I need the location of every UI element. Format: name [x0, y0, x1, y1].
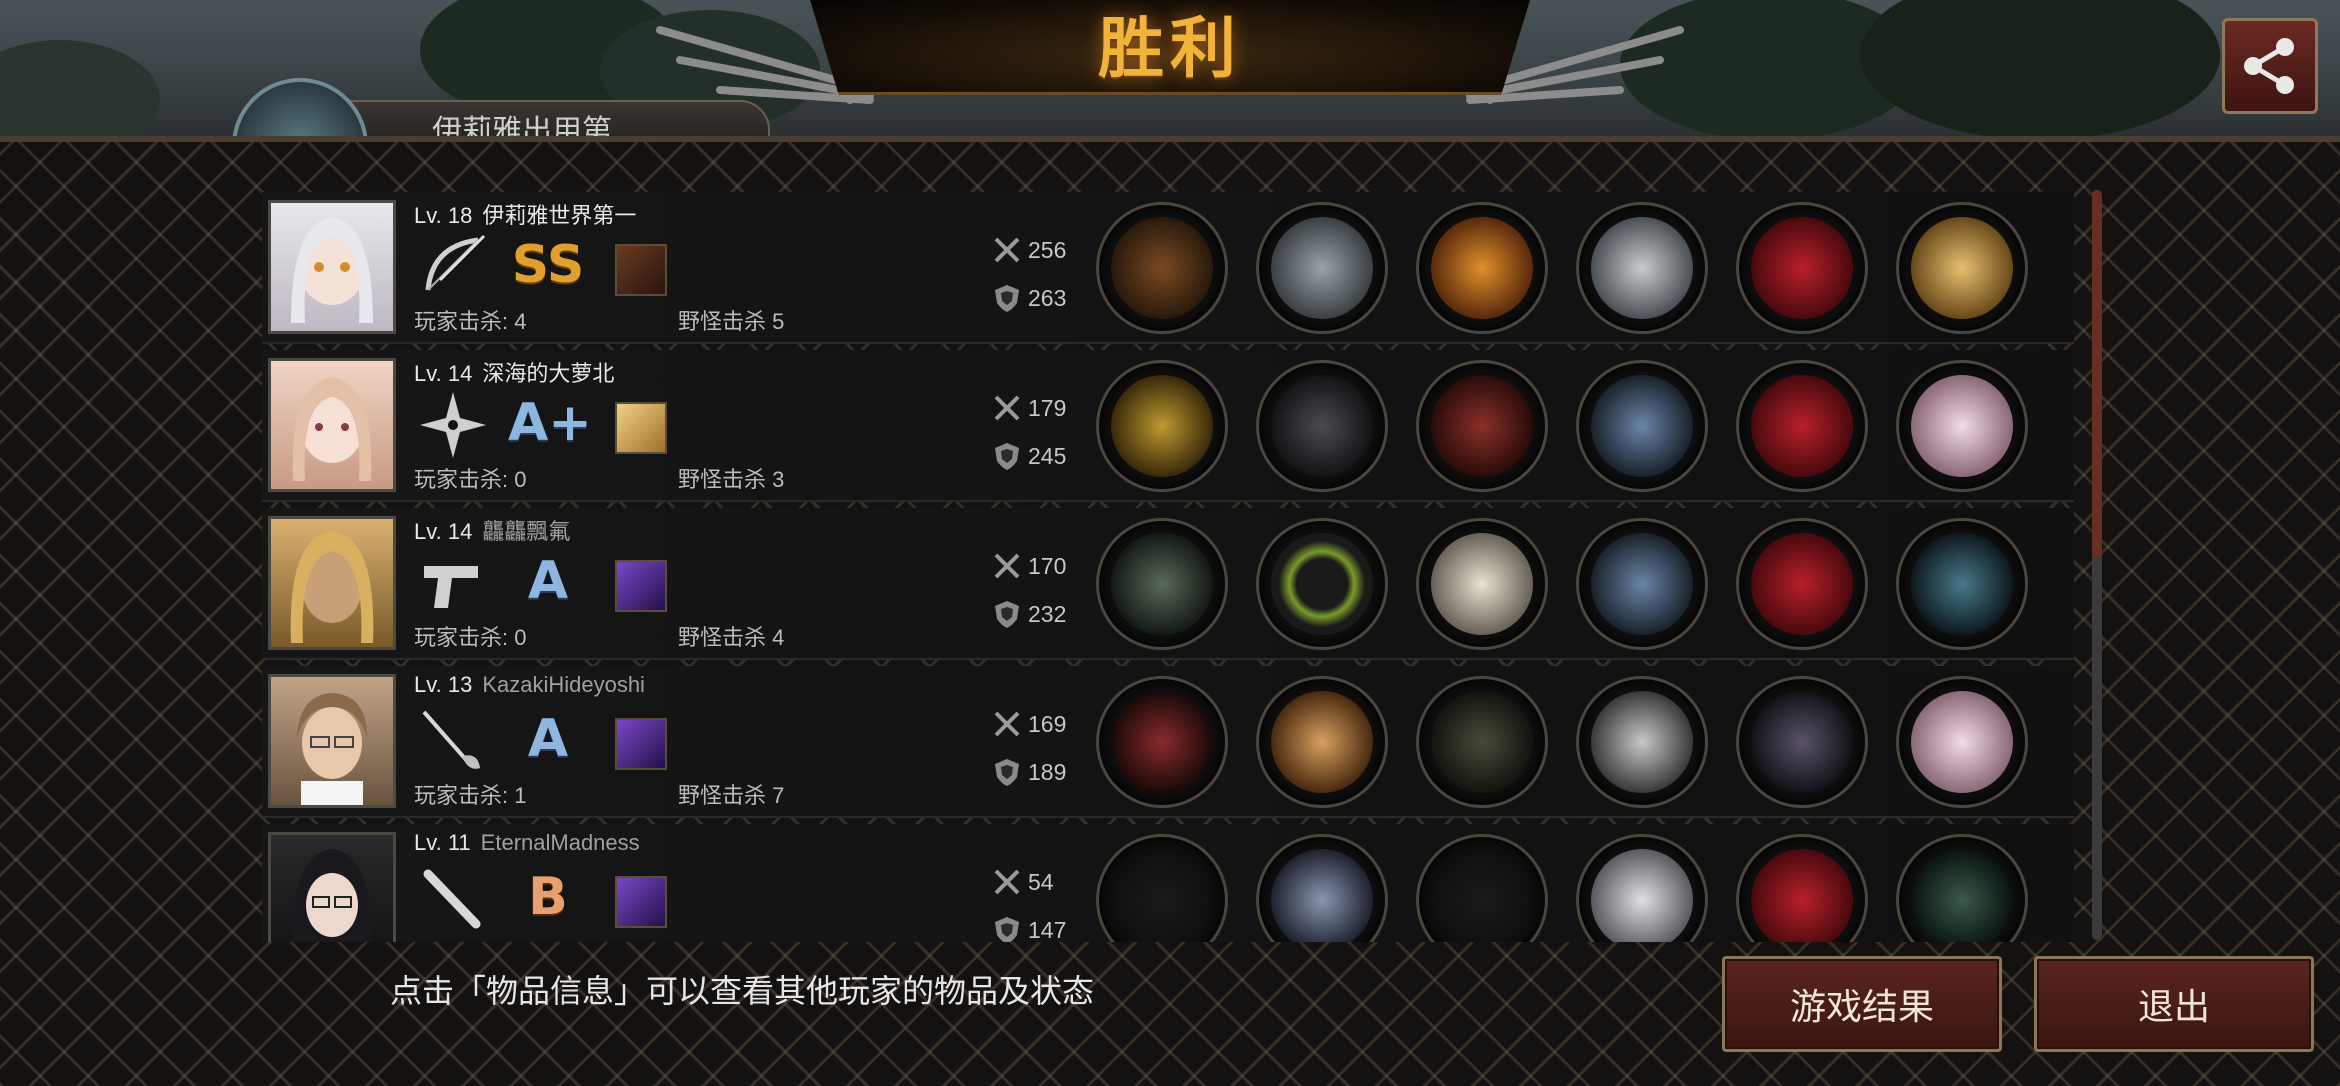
equipment-slot[interactable] [1576, 676, 1708, 808]
skill-icon[interactable] [615, 560, 667, 612]
monster-kills: 野怪击杀 5 [678, 309, 785, 334]
player-row[interactable]: Lv. 14 龘龘飄氟 A 玩家击杀: 0 野怪击杀 4 170 232 [262, 508, 2074, 660]
defense-stat: 189 [992, 756, 1072, 788]
equipment-slot[interactable] [1256, 676, 1388, 808]
player-portrait [268, 516, 396, 650]
equipment-slot[interactable] [1736, 676, 1868, 808]
equipment-slot[interactable] [1416, 360, 1548, 492]
equipment-slot[interactable] [1256, 518, 1388, 650]
game-result-button[interactable]: 游戏结果 [1722, 956, 2002, 1052]
equipment-slot[interactable] [1096, 676, 1228, 808]
attack-stat: 179 [992, 392, 1072, 424]
share-button[interactable] [2222, 18, 2318, 114]
equipment-slot-empty[interactable] [1416, 834, 1548, 942]
player-level-name: Lv. 13 KazakiHideyoshi [414, 672, 645, 697]
grade-badge: B [528, 867, 568, 927]
defense-stat: 147 [992, 914, 1072, 942]
player-kills: 玩家击杀: 0 [414, 625, 527, 650]
shield-icon [995, 443, 1019, 470]
player-list[interactable]: Lv. 18 伊莉雅世界第一 SS 玩家击杀: 4 野怪击杀 5 256 263 … [262, 192, 2082, 942]
victory-title: 胜利 [1098, 10, 1242, 87]
equipment-slot[interactable] [1576, 360, 1708, 492]
player-row[interactable]: Lv. 13 KazakiHideyoshi A 玩家击杀: 1 野怪击杀 7 1… [262, 666, 2074, 818]
player-level-name: Lv. 14 深海的大萝北 [414, 361, 615, 386]
player-portrait [268, 358, 396, 492]
exit-button[interactable]: 退出 [2034, 956, 2314, 1052]
player-level-name: Lv. 14 龘龘飄氟 [414, 519, 571, 544]
crossed-swords-icon [994, 711, 1020, 737]
crossed-swords-icon [994, 237, 1020, 263]
equipment-slot[interactable] [1736, 202, 1868, 334]
hint-text: 点击「物品信息」可以查看其他玩家的物品及状态 [390, 973, 1095, 1009]
skill-icon[interactable] [615, 244, 667, 296]
equipment-slot-empty[interactable] [1096, 834, 1228, 942]
monster-kills: 野怪击杀 4 [678, 625, 785, 650]
equipment-slot[interactable] [1736, 518, 1868, 650]
equipment-slot[interactable] [1896, 202, 2028, 334]
equipment-slot[interactable] [1736, 360, 1868, 492]
player-level-name: Lv. 11 EternalMadness [414, 830, 640, 855]
share-icon [2244, 38, 2294, 94]
bat-icon [423, 869, 481, 929]
player-row[interactable]: Lv. 14 深海的大萝北 A+ 玩家击杀: 0 野怪击杀 3 179 245 [262, 350, 2074, 502]
monster-kills: 野怪击杀 7 [678, 783, 785, 808]
attack-stat: 256 [992, 234, 1072, 266]
player-portrait [268, 832, 396, 942]
shield-icon [995, 917, 1019, 942]
grade-badge: A [527, 551, 569, 611]
equipment-slot[interactable] [1736, 834, 1868, 942]
equipment-slot[interactable] [1576, 202, 1708, 334]
player-kills: 玩家击杀: 4 [414, 309, 527, 334]
skill-icon[interactable] [615, 718, 667, 770]
list-scrollbar[interactable] [2092, 190, 2102, 940]
equipment-slot[interactable] [1416, 676, 1548, 808]
attack-stat: 169 [992, 708, 1072, 740]
equipment-slot[interactable] [1256, 360, 1388, 492]
equipment-slot[interactable] [1096, 202, 1228, 334]
equipment-slot[interactable] [1256, 202, 1388, 334]
shuriken-icon [420, 392, 486, 458]
equipment-slot[interactable] [1576, 518, 1708, 650]
shield-icon [995, 759, 1019, 786]
equipment-slot[interactable] [1096, 518, 1228, 650]
skill-icon[interactable] [615, 876, 667, 928]
defense-stat: 232 [992, 598, 1072, 630]
defense-stat: 245 [992, 440, 1072, 472]
player-row[interactable]: Lv. 18 伊莉雅世界第一 SS 玩家击杀: 4 野怪击杀 5 256 263 [262, 192, 2074, 344]
grade-badge: A+ [508, 393, 592, 453]
shield-icon [995, 285, 1019, 312]
equipment-slot[interactable] [1896, 360, 2028, 492]
rapier-icon [422, 710, 480, 769]
equipment-slot[interactable] [1896, 676, 2028, 808]
player-kills: 玩家击杀: 1 [414, 783, 527, 808]
scrollbar-thumb[interactable] [2092, 190, 2102, 558]
equipment-slot[interactable] [1256, 834, 1388, 942]
player-kills: 玩家击杀: 0 [414, 467, 527, 492]
equipment-slot[interactable] [1896, 834, 2028, 942]
attack-stat: 170 [992, 550, 1072, 582]
monster-kills: 野怪击杀 3 [678, 467, 785, 492]
equipment-slot[interactable] [1576, 834, 1708, 942]
pistol-icon [424, 566, 478, 608]
grade-badge: SS [511, 235, 585, 295]
player-portrait [268, 200, 396, 334]
equipment-slot[interactable] [1096, 360, 1228, 492]
bow-icon [425, 234, 486, 291]
player-portrait [268, 674, 396, 808]
skill-icon[interactable] [615, 402, 667, 454]
shield-icon [995, 601, 1019, 628]
equipment-slot[interactable] [1416, 518, 1548, 650]
crossed-swords-icon [994, 395, 1020, 421]
equipment-slot[interactable] [1896, 518, 2028, 650]
grade-badge: A [527, 709, 569, 769]
equipment-slot[interactable] [1416, 202, 1548, 334]
crossed-swords-icon [994, 869, 1020, 895]
player-row[interactable]: Lv. 11 EternalMadness B 54 147 [262, 824, 2074, 942]
crossed-swords-icon [994, 553, 1020, 579]
player-level-name: Lv. 18 伊莉雅世界第一 [414, 203, 637, 228]
defense-stat: 263 [992, 282, 1072, 314]
attack-stat: 54 [992, 866, 1072, 898]
